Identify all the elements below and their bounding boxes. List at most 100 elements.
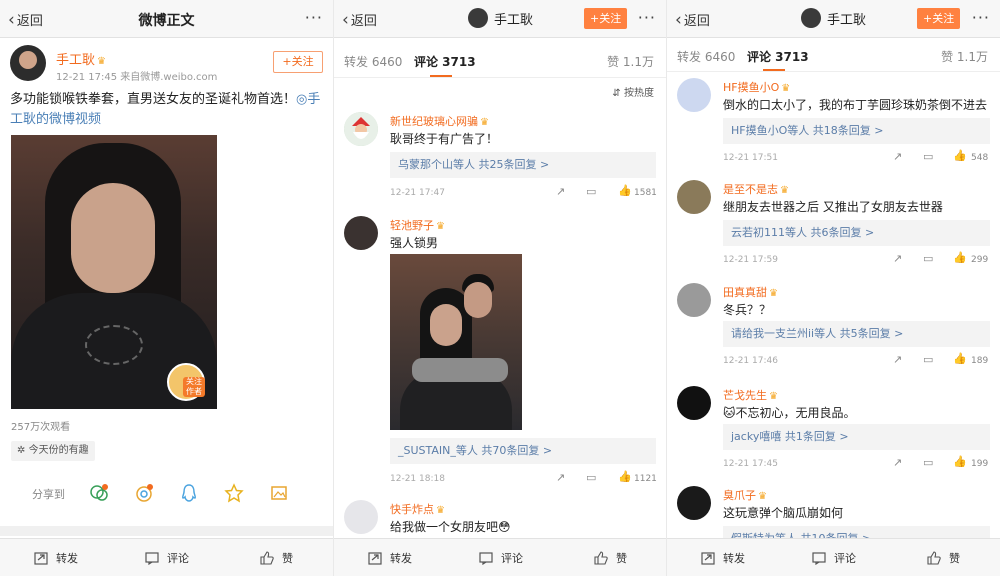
commenter-avatar[interactable] — [677, 180, 711, 214]
comment-item: 田真真甜 ♛ 冬兵？？ 请给我一支兰州ii等人 共5条回复 > 12-21 17:… — [667, 283, 1000, 375]
reply-icon[interactable]: ▭ — [586, 471, 596, 484]
video-player[interactable]: 关注作者 — [11, 135, 217, 409]
back-button[interactable]: ‹ 返回 — [675, 10, 710, 29]
follow-button[interactable]: +关注 — [273, 51, 323, 73]
reply-icon[interactable]: ▭ — [923, 353, 933, 366]
reply-summary[interactable]: HF摸鱼小O等人 共18条回复 > — [723, 118, 990, 144]
commenter-name-row[interactable]: 臭爪子 ♛ — [723, 487, 767, 503]
repost-button[interactable]: 转发 — [368, 550, 412, 566]
share-icon[interactable]: ↗ — [556, 185, 565, 198]
sort-button[interactable]: ⇵ 按热度 — [612, 84, 654, 99]
nav-user[interactable]: 手工耿 — [468, 8, 533, 28]
tab-comment[interactable]: 评论 3713 — [414, 53, 476, 70]
back-button[interactable]: ‹ 返回 — [8, 10, 43, 29]
thumbs-up-icon[interactable]: 👍 — [953, 455, 967, 468]
commenter-name-row[interactable]: 新世纪玻璃心网骗 ♛ — [390, 113, 489, 129]
reply-icon[interactable]: ▭ — [586, 185, 596, 198]
view-count: 257万次观看 — [11, 422, 71, 433]
comment-button[interactable]: 评论 — [145, 550, 189, 566]
back-label: 返回 — [683, 14, 710, 29]
reply-icon[interactable]: ▭ — [923, 150, 933, 163]
author-name-row[interactable]: 手工耿 ♛ — [56, 49, 106, 68]
author-avatar[interactable] — [10, 45, 46, 81]
thumbs-up-icon[interactable]: 👍 — [618, 184, 632, 197]
thumbs-up-icon[interactable]: 👍 — [953, 149, 967, 162]
wechat-icon[interactable] — [88, 482, 110, 504]
bottom-action-bar: 转发 评论 赞 — [667, 538, 1000, 576]
back-button[interactable]: ‹ 返回 — [342, 10, 377, 29]
nav-user-avatar — [468, 8, 488, 28]
commenter-avatar[interactable] — [677, 386, 711, 420]
follow-author-badge[interactable]: 关注作者 — [183, 377, 205, 397]
tab-likes[interactable]: 赞 1.1万 — [607, 53, 654, 70]
share-icon[interactable]: ↗ — [893, 252, 902, 265]
reply-icon[interactable]: ▭ — [923, 252, 933, 265]
nav-user-name: 手工耿 — [494, 12, 534, 28]
reply-summary[interactable]: jacky嘻嘻 共1条回复 > — [723, 424, 990, 450]
tab-repost[interactable]: 转发 6460 — [677, 48, 735, 65]
commenter-name-row[interactable]: 是至不是志 ♛ — [723, 181, 789, 197]
nav-user-name: 手工耿 — [827, 12, 867, 28]
share-icon[interactable]: ↗ — [556, 471, 565, 484]
topic-tag[interactable]: ✲ 今天份的有趣 — [11, 441, 95, 461]
reply-summary[interactable]: 请给我一支兰州ii等人 共5条回复 > — [723, 321, 990, 347]
commenter-name: 田真真甜 — [723, 286, 767, 299]
save-image-icon[interactable] — [268, 482, 290, 504]
commenter-avatar[interactable] — [677, 78, 711, 112]
more-menu-icon[interactable]: ··· — [638, 8, 656, 27]
commenter-name-row[interactable]: 田真真甜 ♛ — [723, 284, 778, 300]
like-button[interactable]: 赞 — [260, 550, 293, 566]
qzone-star-icon[interactable] — [223, 482, 245, 504]
like-button[interactable]: 赞 — [594, 550, 627, 566]
share-icon[interactable]: ↗ — [893, 353, 902, 366]
commenter-avatar[interactable] — [677, 283, 711, 317]
commenter-name-row[interactable]: HF摸鱼小O ♛ — [723, 79, 790, 95]
repost-button[interactable]: 转发 — [34, 550, 78, 566]
follow-button[interactable]: +关注 — [584, 8, 628, 29]
commenter-avatar[interactable] — [344, 112, 378, 146]
more-menu-icon[interactable]: ··· — [972, 8, 990, 27]
tab-repost[interactable]: 转发 6460 — [344, 53, 402, 70]
like-button[interactable]: 赞 — [927, 550, 960, 566]
nav-bar: ‹ 返回 手工耿 +关注 ··· — [667, 0, 1000, 38]
nav-user[interactable]: 手工耿 — [801, 8, 866, 28]
comment-text: 🐱不忘初心，无用良品。 — [723, 406, 856, 420]
like-count: 299 — [971, 255, 989, 265]
chevron-left-icon: ‹ — [342, 9, 349, 30]
thumbs-up-icon[interactable]: 👍 — [618, 470, 632, 483]
comments-panel-1: ‹ 返回 手工耿 +关注 ··· 转发 6460 评论 3713 赞 1.1万 … — [334, 0, 666, 576]
share-icon[interactable]: ↗ — [893, 456, 902, 469]
reply-icon[interactable]: ▭ — [923, 456, 933, 469]
comment-button[interactable]: 评论 — [479, 550, 523, 566]
reply-summary[interactable]: _SUSTAIN_等人 共70条回复 > — [390, 438, 656, 464]
thumbs-up-icon[interactable]: 👍 — [953, 251, 967, 264]
qq-icon[interactable] — [178, 482, 200, 504]
reply-summary[interactable]: 云若初111等人 共6条回复 > — [723, 220, 990, 246]
comment-time: 12-21 17:47 — [390, 188, 445, 198]
comment-photo[interactable] — [390, 254, 522, 430]
share-icon[interactable]: ↗ — [893, 150, 902, 163]
thumbs-up-icon — [594, 551, 608, 565]
repost-button[interactable]: 转发 — [701, 550, 745, 566]
like-count: 199 — [971, 459, 989, 469]
tab-likes[interactable]: 赞 1.1万 — [941, 48, 988, 65]
comment-button[interactable]: 评论 — [812, 550, 856, 566]
more-menu-icon[interactable]: ··· — [305, 8, 323, 27]
santa-avatar-icon — [344, 112, 378, 146]
follow-button[interactable]: +关注 — [917, 8, 961, 29]
commenter-name-row[interactable]: 快手炸点 ♛ — [390, 501, 445, 517]
thumbs-up-icon[interactable]: 👍 — [953, 352, 967, 365]
commenter-name-row[interactable]: 芒戈先生 ♛ — [723, 387, 778, 403]
commenter-name: 新世纪玻璃心网骗 — [390, 115, 478, 128]
comment-icon — [145, 552, 159, 565]
commenter-avatar[interactable] — [344, 500, 378, 534]
reply-summary[interactable]: 乌蒙那个山等人 共25条回复 > — [390, 152, 656, 178]
post-author-row: 手工耿 ♛ 12-21 17:45 来自微博.weibo.com +关注 — [10, 45, 323, 85]
tab-comment[interactable]: 评论 3713 — [747, 48, 809, 65]
post-time: 12-21 17:45 — [56, 72, 118, 83]
commenter-avatar[interactable] — [677, 486, 711, 520]
crown-badge-icon: ♛ — [781, 83, 791, 94]
commenter-avatar[interactable] — [344, 216, 378, 250]
moments-icon[interactable] — [133, 482, 155, 504]
commenter-name-row[interactable]: 轻池野子 ♛ — [390, 217, 445, 233]
